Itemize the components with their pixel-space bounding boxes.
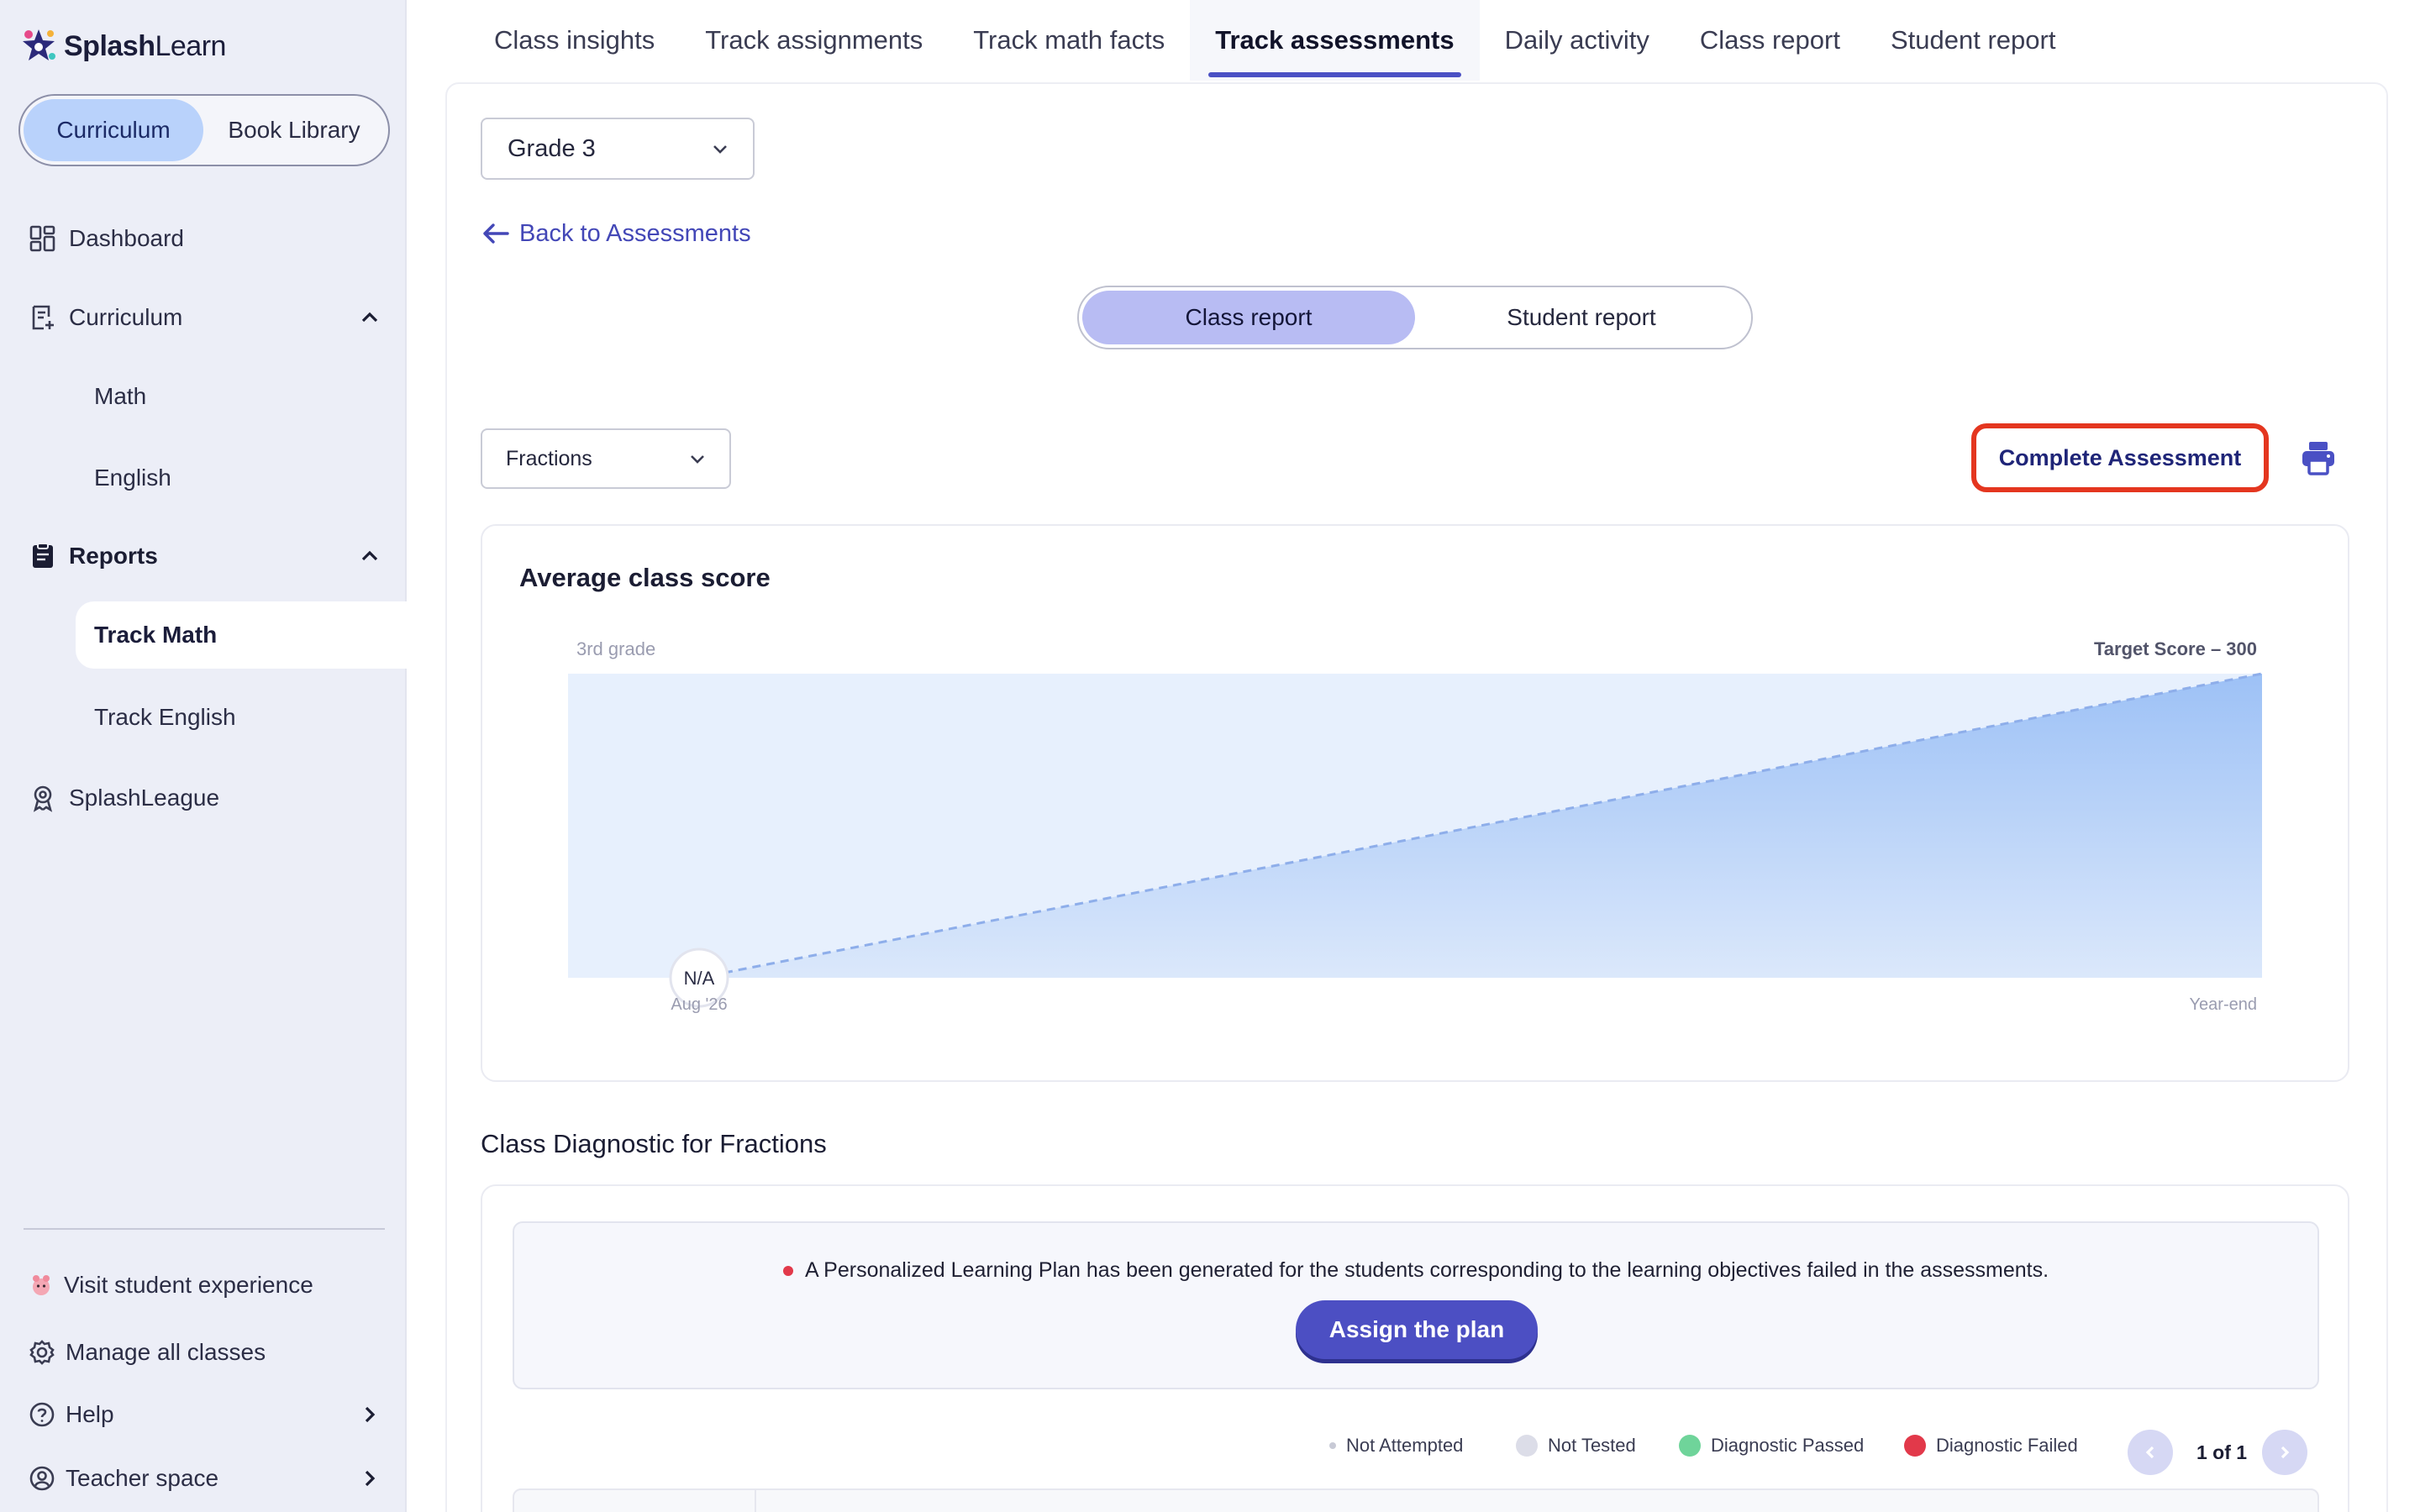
reports-icon — [33, 543, 53, 568]
student-report-toggle-button[interactable]: Student report — [1415, 291, 1748, 344]
passed-dot-icon — [1679, 1435, 1701, 1457]
not-attempted-dot-icon — [1329, 1442, 1336, 1449]
topic-dropdown-value: Fractions — [506, 446, 592, 470]
tab-track-math-facts[interactable]: Track math facts — [948, 0, 1190, 81]
learning-plan-banner: A Personalized Learning Plan has been ge… — [513, 1221, 2319, 1389]
alert-dot-icon — [782, 1265, 793, 1276]
x-tick-label: Year-end — [2190, 995, 2257, 1014]
class-diagnostic-title: Class Diagnostic for Fractions — [481, 1129, 827, 1158]
sidebar-item-label: Dashboard — [69, 225, 184, 251]
sidebar-divider — [24, 1228, 385, 1230]
printer-icon[interactable] — [2299, 438, 2338, 477]
sidebar-item-dashboard[interactable]: Dashboard — [29, 212, 184, 265]
teacher-space-label: Teacher space — [66, 1465, 219, 1491]
grade-dropdown[interactable]: Grade 3 — [481, 118, 755, 180]
sidebar-item-english[interactable]: English — [94, 465, 171, 491]
sidebar-item-label: SplashLeague — [69, 785, 220, 811]
legend-label: Not Tested — [1548, 1435, 1636, 1456]
chevron-right-icon — [365, 1406, 376, 1423]
chevron-down-icon — [691, 455, 704, 464]
report-type-toggle: Class report Student report — [1077, 286, 1753, 349]
tab-student-report[interactable]: Student report — [1865, 0, 2081, 81]
tab-track-assessments[interactable]: Track assessments — [1190, 0, 1480, 81]
start-score-value: N/A — [684, 968, 715, 989]
tab-class-report[interactable]: Class report — [1675, 0, 1865, 81]
learning-plan-message: A Personalized Learning Plan has been ge… — [514, 1258, 2317, 1283]
chevron-up-icon[interactable] — [358, 544, 381, 568]
sidebar-item-track-math[interactable]: Track Math — [76, 601, 407, 669]
sidebar-item-splashleague[interactable]: SplashLeague — [29, 771, 219, 825]
legend-label: Diagnostic Passed — [1711, 1435, 1865, 1456]
sidebar-item-label: Curriculum — [69, 304, 183, 330]
sidebar-item-curriculum[interactable]: Curriculum — [29, 291, 381, 344]
teacher-space-menu[interactable]: Teacher space — [29, 1452, 381, 1505]
gear-icon — [29, 1340, 55, 1365]
tab-class-insights[interactable]: Class insights — [469, 0, 680, 81]
average-class-score-card: Average class score 3rd grade Target Sco… — [481, 524, 2349, 1082]
arrow-left-icon — [483, 223, 509, 244]
brand-name: SplashLearn — [64, 29, 226, 62]
splashlearn-logo-icon — [23, 29, 55, 60]
sidebar: SplashLearn Curriculum Book Library Dash… — [0, 0, 407, 1512]
complete-assessment-button[interactable]: Complete Assessment — [1971, 423, 2269, 492]
table-column-divider — [755, 1490, 756, 1512]
legend-not-tested: Not Tested — [1516, 1435, 1636, 1457]
page-indicator: 1 of 1 — [2196, 1441, 2248, 1463]
legend-diagnostic-failed: Diagnostic Failed — [1904, 1435, 2078, 1457]
grade-axis-label: 3rd grade — [576, 638, 655, 659]
award-icon — [33, 785, 53, 812]
manage-classes-label: Manage all classes — [66, 1339, 266, 1365]
curriculum-toggle-button[interactable]: Curriculum — [24, 99, 203, 161]
learning-plan-text: A Personalized Learning Plan has been ge… — [804, 1258, 2049, 1282]
legend-diagnostic-passed: Diagnostic Passed — [1679, 1435, 1864, 1457]
chevron-left-icon — [2145, 1446, 2154, 1459]
legend-label: Not Attempted — [1346, 1435, 1464, 1456]
chevron-right-icon — [365, 1470, 376, 1487]
sidebar-item-reports[interactable]: Reports — [29, 529, 381, 583]
chevron-right-icon — [2281, 1446, 2290, 1459]
target-score-label: Target Score – 300 — [2094, 638, 2257, 659]
class-report-toggle-button[interactable]: Class report — [1082, 291, 1415, 344]
previous-page-button[interactable] — [2128, 1430, 2173, 1475]
legend-not-attempted: Not Attempted — [1329, 1435, 1463, 1457]
chevron-up-icon[interactable] — [358, 306, 381, 329]
diagnostic-table-header — [513, 1488, 2319, 1512]
next-page-button[interactable] — [2262, 1430, 2307, 1475]
help-label: Help — [66, 1401, 114, 1427]
legend-label: Diagnostic Failed — [1936, 1435, 2078, 1456]
back-link-label: Back to Assessments — [519, 219, 751, 247]
grade-dropdown-value: Grade 3 — [508, 134, 596, 162]
visit-student-label: Visit student experience — [64, 1272, 313, 1298]
splashlearn-logo[interactable]: SplashLearn — [18, 25, 226, 67]
student-avatar-icon — [33, 1275, 50, 1295]
curriculum-icon — [32, 305, 54, 330]
visit-student-experience-link[interactable]: Visit student experience — [29, 1258, 313, 1312]
chevron-down-icon — [713, 145, 727, 154]
not-tested-dot-icon — [1516, 1435, 1538, 1457]
average-class-score-chart: 3rd grade Target Score – 300 N/A Aug '26… — [568, 638, 2263, 1014]
help-menu[interactable]: Help — [29, 1388, 381, 1441]
report-tabs: Class insights Track assignments Track m… — [408, 0, 2420, 81]
manage-all-classes-link[interactable]: Manage all classes — [29, 1326, 266, 1379]
x-tick-label: Aug '26 — [671, 995, 727, 1014]
sidebar-item-track-english[interactable]: Track English — [94, 704, 236, 731]
sidebar-item-label: Reports — [69, 543, 158, 569]
sidebar-item-math[interactable]: Math — [94, 383, 146, 410]
user-circle-icon — [29, 1466, 55, 1491]
dashboard-icon — [29, 225, 55, 252]
tab-track-assignments[interactable]: Track assignments — [680, 0, 948, 81]
book-library-toggle-button[interactable]: Book Library — [203, 99, 385, 161]
failed-dot-icon — [1904, 1435, 1926, 1457]
back-to-assessments-link[interactable]: Back to Assessments — [481, 217, 751, 250]
assign-plan-button[interactable]: Assign the plan — [1296, 1300, 1538, 1359]
help-icon — [29, 1402, 55, 1427]
topic-dropdown[interactable]: Fractions — [481, 428, 731, 489]
curriculum-library-toggle: Curriculum Book Library — [18, 94, 390, 166]
tab-daily-activity[interactable]: Daily activity — [1480, 0, 1675, 81]
